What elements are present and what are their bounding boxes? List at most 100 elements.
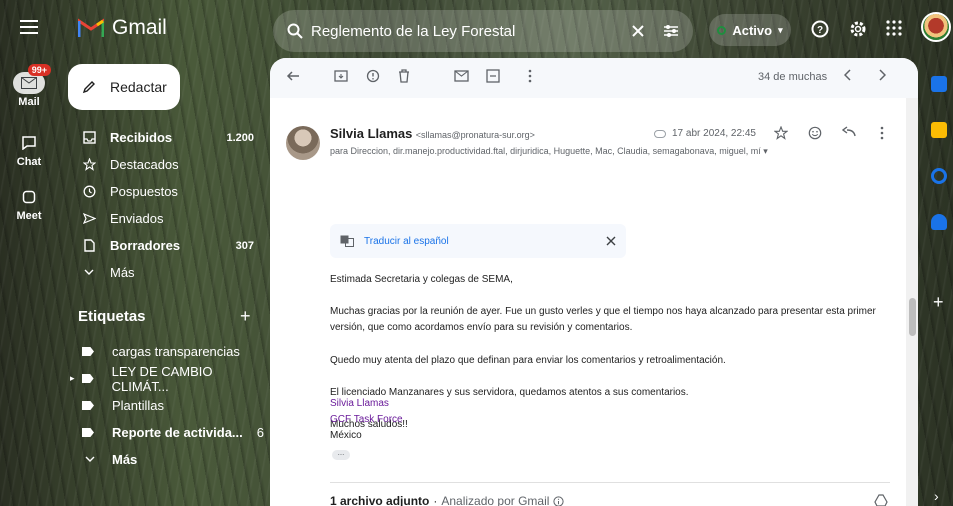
info-icon[interactable] [553,495,565,506]
rail-mail[interactable]: 99+ Mail [0,64,58,108]
reading-pane: 34 de muchas Silvia Llamas <sllamas@pron… [270,58,918,506]
apps-grid-icon[interactable] [886,20,902,36]
email-signature: Silvia Llamas GCF Task Force México [330,396,403,444]
nav-item-label: Más [110,265,135,280]
clear-search-icon[interactable] [631,24,645,38]
rail-meet-label: Meet [16,210,42,222]
nav-item-count: 307 [235,239,254,252]
sender-avatar[interactable] [286,126,320,160]
rail-meet[interactable]: Meet [0,186,58,222]
svg-text:?: ? [817,25,823,36]
recipients-line[interactable]: para Direccion, dir.manejo.productividad… [330,146,768,157]
nav-item-starred[interactable]: Destacados [68,151,268,178]
labels-list: cargas transparencias ▸ LEY DE CAMBIO CL… [68,338,268,473]
more-options-icon[interactable] [528,69,532,83]
account-avatar[interactable] [921,12,951,42]
label-name: Plantillas [112,398,165,413]
app-rail: 99+ Mail Chat Meet [0,0,58,506]
attachment-separator: · [433,494,438,506]
rail-chat-label: Chat [16,156,42,168]
search-icon[interactable] [287,23,303,39]
chevron-down-icon [68,456,112,463]
nav-item-label: Destacados [110,157,179,172]
nav-item-snoozed[interactable]: Pospuestos [68,178,268,205]
signature-name[interactable]: Silvia Llamas [330,396,403,412]
report-spam-icon[interactable] [366,69,380,83]
translate-icon [340,235,354,247]
gmail-logo[interactable]: Gmail [78,16,167,40]
back-arrow-icon[interactable] [286,69,300,83]
mark-unread-icon[interactable] [454,69,469,82]
signature-org[interactable]: GCF Task Force [330,412,403,428]
add-label-icon[interactable]: + [240,306,251,327]
chevron-down-icon: ▾ [778,24,783,35]
label-item[interactable]: Plantillas [68,392,268,419]
star-icon[interactable] [774,126,788,140]
scrollbar[interactable] [906,98,918,506]
unread-badge: 99+ [27,64,51,76]
archive-icon[interactable] [334,69,348,83]
translate-bar: Traducir al español [330,224,626,258]
app-name: Gmail [112,16,167,39]
message-more-icon[interactable] [880,126,884,140]
email-paragraph-2: Quedo muy atenta del plazo que definan p… [330,355,726,366]
add-to-drive-icon[interactable] [874,494,888,506]
delete-trash-icon[interactable] [398,69,410,83]
sender-name[interactable]: Silvia Llamas [330,126,412,141]
nav-item-label: Recibidos [110,130,173,145]
label-name: LEY DE CAMBIO CLIMÁT... [111,363,213,394]
attachment-scan-note: Analizado por Gmail [441,494,550,506]
labels-more[interactable]: Más [68,446,268,473]
status-selector[interactable]: Activo ▾ [709,14,791,46]
help-icon[interactable]: ? [811,20,829,38]
compose-button[interactable]: Redactar [68,64,180,110]
search-input[interactable]: Reglemento de la Ley Forestal [311,23,619,40]
gmail-m-icon [78,18,104,37]
chevron-down-icon [74,269,104,276]
newer-chevron-left-icon[interactable] [844,69,852,81]
nav-item-label: Enviados [110,211,164,226]
folder-nav: Recibidos 1.200 Destacados Pospuestos En… [68,124,268,286]
add-addon-icon[interactable]: + [933,292,944,313]
close-icon[interactable] [606,236,616,246]
search-bar[interactable]: Reglemento de la Ley Forestal [273,10,693,52]
label-item[interactable]: ▸ LEY DE CAMBIO CLIMÁT... [68,363,268,394]
settings-gear-icon[interactable] [849,20,867,38]
label-item[interactable]: cargas transparencias [68,338,268,365]
nav-item-more[interactable]: Más [68,259,268,286]
label-item[interactable]: Reporte de activida... 6 [68,419,268,446]
nav-item-inbox[interactable]: Recibidos 1.200 [68,124,268,151]
attachment-header: 1 archivo adjunto · Analizado por Gmail [330,494,565,506]
nav-item-drafts[interactable]: Borradores 307 [68,232,268,259]
compose-label: Redactar [110,79,167,95]
translate-link[interactable]: Traducir al español [364,236,606,247]
keep-icon[interactable] [931,122,947,138]
attachment-divider [330,482,890,483]
snooze-icon[interactable] [486,69,500,83]
rail-mail-label: Mail [18,96,40,108]
calendar-icon[interactable] [931,76,947,92]
expand-panel-chevron-icon[interactable]: › [934,488,939,504]
email-paragraph-3: El licenciado Manzanares y sus servidora… [330,387,689,398]
email-closing: Muchos saludos!! [330,419,408,430]
chevron-down-icon[interactable]: ▾ [763,146,768,156]
message-position: 34 de muchas [758,71,828,83]
nav-item-count: 1.200 [226,131,254,144]
nav-item-sent[interactable]: Enviados [68,205,268,232]
search-options-icon[interactable] [663,24,679,38]
main-menu-icon[interactable] [20,20,38,34]
label-name: Reporte de activida... [112,425,243,440]
tasks-icon[interactable] [931,168,947,184]
expand-caret-icon[interactable]: ▸ [70,373,75,384]
chat-icon [16,132,42,154]
emoji-reaction-icon[interactable] [808,126,822,140]
older-chevron-right-icon[interactable] [878,69,886,81]
draft-icon [74,239,104,252]
scrollbar-thumb[interactable] [909,298,916,336]
label-tag-icon [82,401,94,410]
show-trimmed-content-button[interactable]: ... [332,449,350,460]
contacts-icon[interactable] [931,214,947,230]
rail-chat[interactable]: Chat [0,132,58,168]
reply-arrow-icon[interactable] [842,126,856,138]
attachment-title: 1 archivo adjunto [330,494,430,506]
